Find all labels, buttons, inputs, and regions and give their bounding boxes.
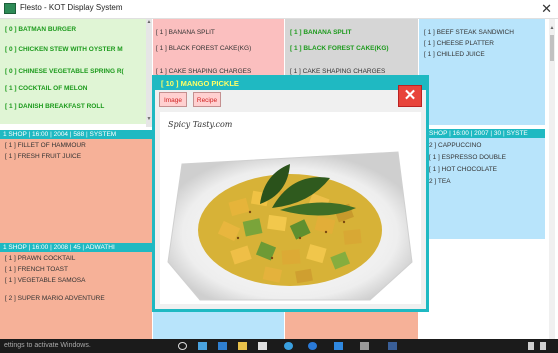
order-item: 2 ] TEA (429, 178, 451, 185)
file-explorer-icon[interactable] (238, 342, 247, 350)
order-card-5[interactable]: 2 ] CAPPUCCINO [ 1 ] ESPRESSO DOUBLE [ 1… (419, 138, 545, 239)
order-item: [ 1 ] COCKTAIL OF MELON (5, 85, 88, 92)
order-item: [ 1 ] BANANA SPLIT (156, 29, 215, 36)
order-card-blue[interactable] (153, 312, 284, 339)
app-icon-gray[interactable] (360, 342, 369, 350)
browser-icon[interactable] (284, 342, 293, 350)
taskbar: ettings to activate Windows. (0, 339, 558, 353)
order-item: [ 1 ] FILLET OF HAMMOUR (5, 142, 86, 149)
order-item: [ 1 ] HOT CHOCOLATE (429, 166, 498, 173)
order-item: [ 0 ] BATMAN BURGER (5, 26, 77, 33)
main-scrollbar[interactable]: ▲ (549, 19, 555, 339)
dialog-header: [ 10 ] MANGO PICKLE (155, 78, 426, 90)
order-item: [ 1 ] FRENCH TOAST (5, 266, 68, 273)
order-item: [ 1 ] CAKE SHAPING CHARGES (156, 68, 252, 75)
order-card-salmon[interactable] (285, 312, 418, 339)
order-item: [ 0 ] CHINESE VEGETABLE SPRING R( (5, 68, 124, 75)
tray-icon[interactable] (528, 342, 534, 350)
scroll-up-arrow[interactable]: ▲ (549, 25, 555, 31)
kot-column-1: [ 0 ] BATMAN BURGER [ 0 ] CHICKEN STEW W… (0, 19, 152, 339)
kot-column-4: [ 1 ] BEEF STEAK SANDWICH [ 1 ] CHEESE P… (419, 19, 545, 339)
photo-watermark: Spicy Tasty.com (168, 120, 233, 129)
window-title: Flesto - KOT Display System (20, 3, 123, 12)
order-item: [ 1 ] ESPRESSO DOUBLE (429, 154, 506, 161)
order-item: [ 1 ] CAKE SHAPING CHARGES (290, 68, 386, 75)
order-card-4[interactable]: [ 1 ] BEEF STEAK SANDWICH [ 1 ] CHEESE P… (419, 19, 545, 125)
order-item: [ 1 ] BEEF STEAK SANDWICH (424, 29, 514, 36)
store-icon[interactable] (258, 342, 267, 350)
tray-icon[interactable] (540, 342, 546, 350)
app-icon-blue[interactable] (334, 342, 343, 350)
order-header: SHOP | 16:00 | 2007 | 30 | SYSTE (419, 129, 545, 138)
dish-photo: Spicy Tasty.com (160, 112, 421, 304)
order-item: [ 1 ] CHILLED JUICE (424, 51, 485, 58)
app-icon (4, 3, 16, 14)
title-bar: Flesto - KOT Display System ✕ (0, 0, 558, 19)
task-view-icon[interactable] (198, 342, 207, 350)
order-header: 1 SHOP | 16:00 | 2008 | 45 | ADWATHI (0, 243, 152, 252)
chrome-icon[interactable] (308, 342, 317, 350)
window-close-button[interactable]: ✕ (541, 1, 552, 17)
search-icon[interactable] (178, 342, 187, 350)
scroll-up-arrow[interactable]: ▲ (146, 19, 152, 25)
order-item: [ 1 ] FRESH FRUIT JUICE (5, 153, 82, 160)
order-item: [ 1 ] CHEESE PLATTER (424, 40, 494, 47)
order-item: [ 1 ] PRAWN COCKTAIL (5, 255, 76, 262)
dialog-title: [ 10 ] MANGO PICKLE (161, 79, 239, 88)
activation-text: ettings to activate Windows. (4, 342, 91, 349)
scroll-thumb[interactable] (550, 35, 554, 61)
order-card-1[interactable]: [ 0 ] BATMAN BURGER [ 0 ] CHICKEN STEW W… (0, 19, 146, 124)
order-item: [ 1 ] BLACK FOREST CAKE(KG) (290, 45, 389, 52)
order-item: [ 1 ] DANISH BREAKFAST ROLL (5, 103, 105, 110)
order-item: [ 1 ] VEGETABLE SAMOSA (5, 277, 86, 284)
order-item: [ 0 ] CHICKEN STEW WITH OYSTER M (5, 46, 123, 53)
order-item: [ 1 ] BANANA SPLIT (290, 29, 352, 36)
image-tab-button[interactable]: Image (159, 92, 187, 107)
app-icon-dark[interactable] (388, 342, 397, 350)
order-card-2[interactable]: [ 1 ] FILLET OF HAMMOUR [ 1 ] FRESH FRUI… (0, 139, 152, 243)
order-header: 1 SHOP | 16:00 | 2004 | 588 | SYSTEM (0, 130, 152, 139)
order-item: [ 1 ] BLACK FOREST CAKE(KG) (156, 45, 252, 52)
order-item: [ 2 ] SUPER MARIO ADVENTURE (5, 295, 105, 302)
item-detail-dialog: [ 10 ] MANGO PICKLE ✕ Image Recipe Spicy… (152, 75, 429, 312)
order-item: 2 ] CAPPUCCINO (429, 142, 482, 149)
order-card-3[interactable]: [ 1 ] PRAWN COCKTAIL [ 1 ] FRENCH TOAST … (0, 252, 152, 339)
edge-icon[interactable] (218, 342, 227, 350)
mango-pickle-image (160, 112, 421, 304)
recipe-tab-button[interactable]: Recipe (193, 92, 221, 107)
dialog-close-button[interactable]: ✕ (398, 85, 422, 107)
